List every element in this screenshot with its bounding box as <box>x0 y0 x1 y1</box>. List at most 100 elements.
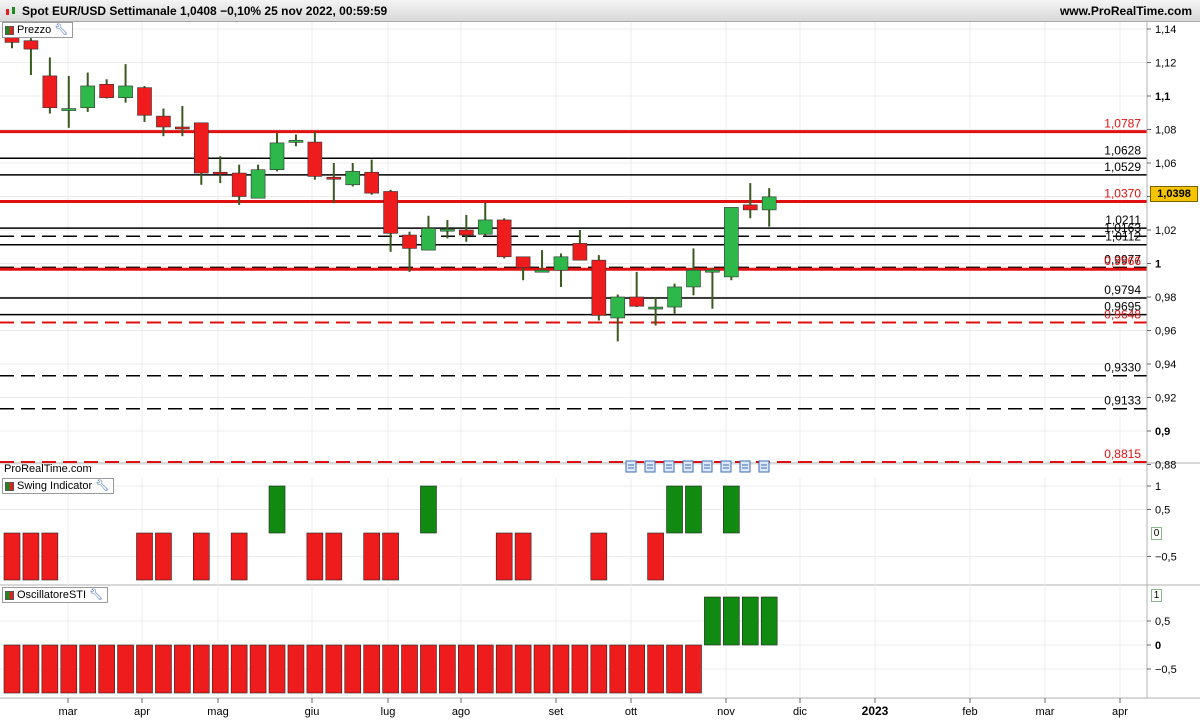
sti-bar <box>325 644 343 694</box>
report-icon[interactable] <box>644 460 656 473</box>
candle-body <box>307 141 323 177</box>
swing-bar <box>590 532 608 581</box>
candle-body <box>591 259 607 316</box>
x-tick-label: feb <box>962 706 977 718</box>
report-icon[interactable] <box>758 460 770 473</box>
candle-body <box>459 229 474 236</box>
candle-body <box>231 172 247 197</box>
x-tick-label: mar <box>1036 706 1055 718</box>
chart-canvas: 1,07871,06281,05291,03701,02111,01631,01… <box>0 22 1200 718</box>
x-tick-label: apr <box>1112 706 1128 718</box>
sti-bar <box>306 644 324 694</box>
candle-body <box>440 228 455 232</box>
wrench-icon[interactable]: 🔧︎ <box>54 23 68 37</box>
candle-body <box>534 269 550 273</box>
swing-bar <box>306 532 324 581</box>
report-icon[interactable] <box>720 460 732 473</box>
sti-bar <box>420 644 437 694</box>
swing-bar <box>685 485 702 534</box>
candle-body <box>42 75 58 109</box>
swing-bar <box>382 532 399 581</box>
title-bar: Spot EUR/USD Settimanale 1,0408 −0,10% 2… <box>0 0 1200 22</box>
watermark: ProRealTime.com <box>4 463 92 475</box>
swing-bar <box>230 532 248 581</box>
candle-body <box>515 256 531 268</box>
swing-bar <box>666 485 683 534</box>
swing-panel-label[interactable]: Swing Indicator 🔧︎ <box>2 478 115 494</box>
swing-bar <box>325 532 343 581</box>
candle-body <box>23 40 39 50</box>
flag-icon <box>5 481 14 491</box>
candle-body <box>364 171 379 194</box>
report-icon[interactable] <box>663 460 675 473</box>
swing-bars <box>3 485 740 581</box>
report-icon-frame <box>663 460 675 473</box>
report-icon-frame <box>758 460 770 473</box>
sti-bar <box>249 644 267 694</box>
level-label: 1,0787 <box>1104 117 1141 131</box>
candle-body <box>194 122 209 174</box>
sti-bar <box>533 644 551 694</box>
grid-lines <box>0 22 1200 699</box>
swing-bar <box>3 532 21 581</box>
sti-bar <box>344 644 362 694</box>
wrench-icon[interactable]: 🔧︎ <box>89 588 103 602</box>
sti-bar <box>704 596 721 646</box>
report-icon[interactable] <box>625 460 637 473</box>
y-tick-label: 0,88 <box>1155 460 1176 472</box>
report-icon-frame <box>644 460 656 473</box>
chart-icon <box>6 7 15 15</box>
report-icon[interactable] <box>682 460 694 473</box>
sti-bar <box>174 644 191 694</box>
sti-bar <box>685 644 702 694</box>
sti-bar <box>401 644 418 694</box>
y-tick-label: 1,08 <box>1155 125 1176 137</box>
site-link[interactable]: www.ProRealTime.com <box>1060 0 1192 22</box>
y-tick-label: 0,9 <box>1155 426 1170 438</box>
swing-bar <box>136 532 153 581</box>
flag-icon <box>5 590 14 600</box>
x-tick-label: dic <box>793 706 808 718</box>
candle-body <box>137 87 152 116</box>
swing-bar <box>155 532 172 581</box>
y-tick-label: 0,94 <box>1155 359 1176 371</box>
sti-bar <box>268 644 286 694</box>
x-tick-label: mar <box>59 706 78 718</box>
candle-body <box>99 83 114 98</box>
sti-bar <box>476 644 494 694</box>
candle-body <box>724 207 739 278</box>
swing-bar <box>495 532 513 581</box>
price-panel-label-text: Prezzo <box>17 24 52 36</box>
level-label: 0,9794 <box>1104 283 1141 297</box>
level-label: 1,0112 <box>1105 230 1141 244</box>
swing-bar <box>514 532 532 581</box>
candle-body <box>648 306 663 310</box>
sti-panel-label[interactable]: OscillatoreSTI 🔧︎ <box>2 587 109 603</box>
y-tick-label: 1,06 <box>1155 158 1176 170</box>
swing-bar <box>22 532 40 581</box>
x-tick-label: nov <box>717 706 735 718</box>
swing-bar <box>193 532 210 581</box>
sti-bar <box>760 596 778 646</box>
candle-body <box>326 176 342 180</box>
candle-body <box>80 85 96 109</box>
wrench-icon[interactable]: 🔧︎ <box>95 479 109 493</box>
y-tick-label: 0,96 <box>1155 326 1176 338</box>
y-tick-label: 0,5 <box>1155 616 1170 628</box>
axes: mar apr mag giu lug ago set ott nov dic 2023 feb mar… <box>59 22 1177 718</box>
candle-body <box>496 219 512 258</box>
candle-body <box>118 85 133 98</box>
candle-body <box>477 219 493 235</box>
candle-body <box>345 171 361 186</box>
candle-body <box>421 228 436 251</box>
report-icon[interactable] <box>739 460 751 473</box>
swing-bar <box>363 532 380 581</box>
swing-panel-label-text: Swing Indicator <box>17 480 93 492</box>
y-tick-label: 0,98 <box>1155 292 1176 304</box>
price-panel-label[interactable]: Prezzo 🔧︎ <box>2 22 74 38</box>
sti-bar <box>628 644 645 694</box>
sti-panel-label-text: OscillatoreSTI <box>17 589 87 601</box>
report-icon[interactable] <box>701 460 713 473</box>
candle-body <box>250 169 266 199</box>
y-tick-label: 0,5 <box>1155 505 1170 517</box>
